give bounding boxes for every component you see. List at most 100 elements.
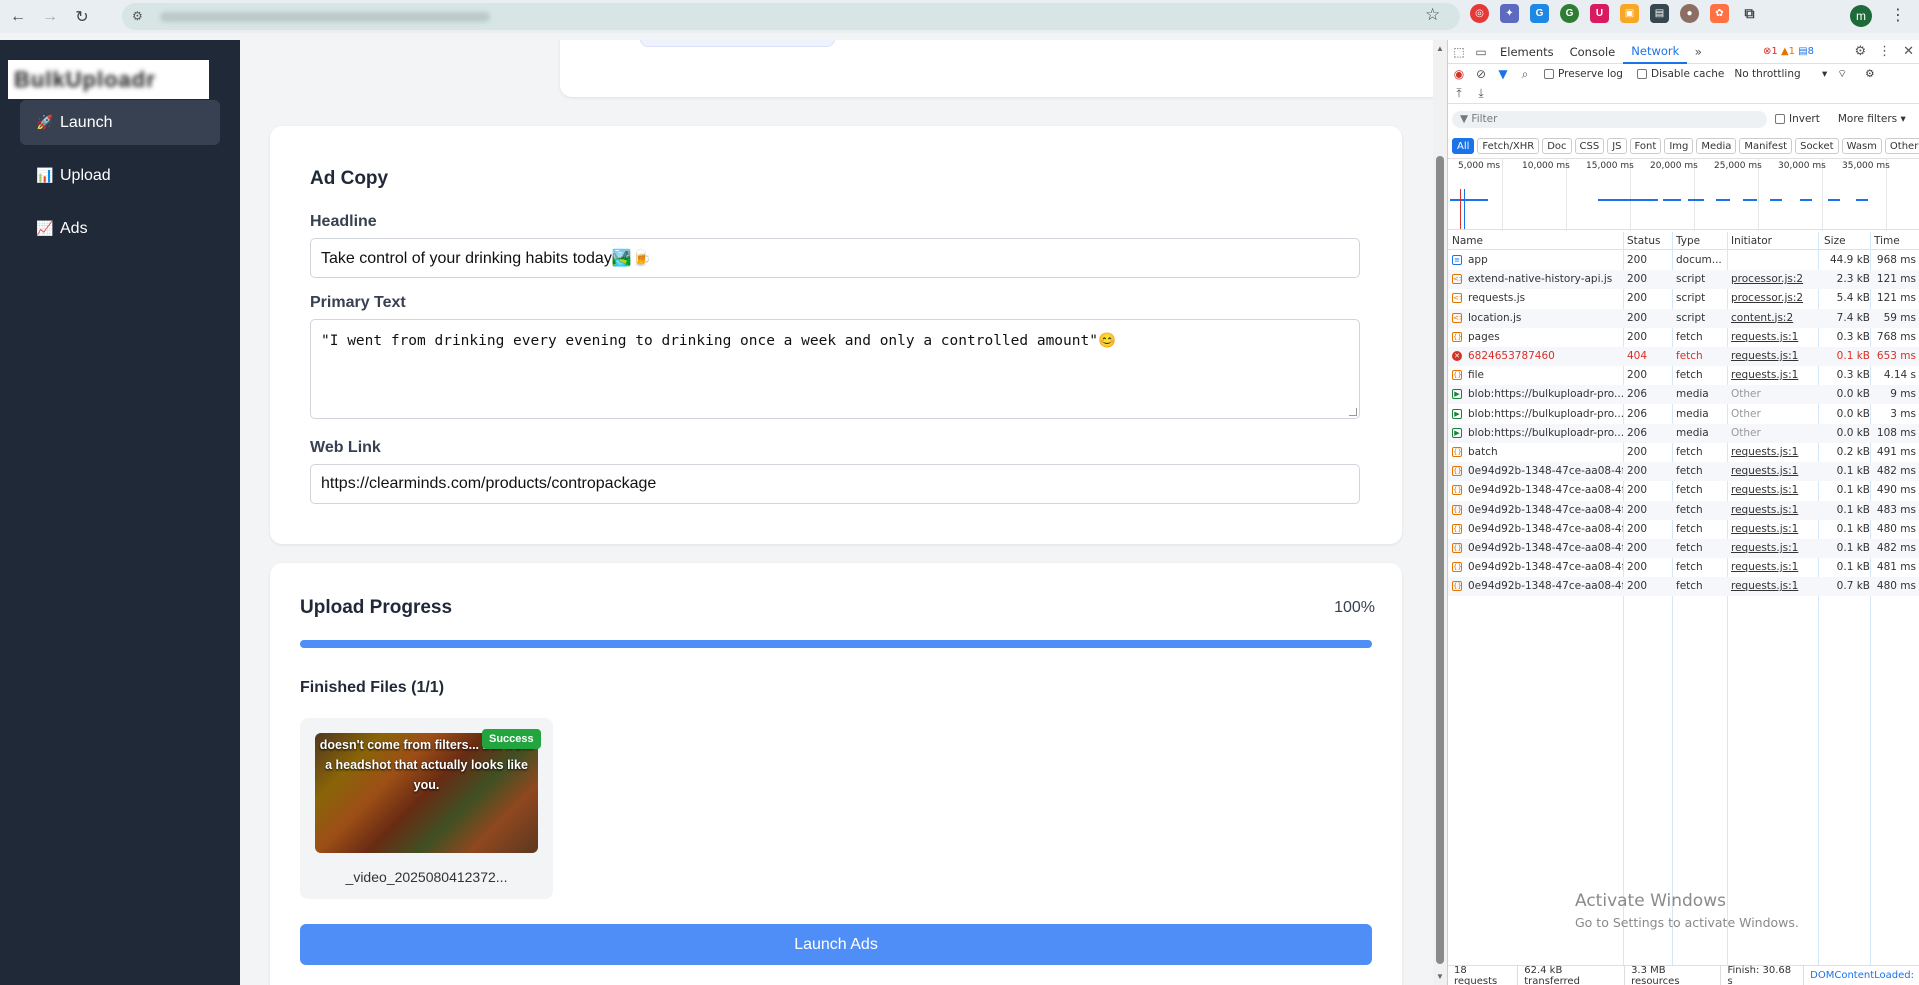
more-tabs-icon[interactable]: »	[1687, 45, 1709, 59]
extension-icon[interactable]: ✿	[1710, 4, 1729, 23]
request-initiator[interactable]: requests.js:1	[1731, 542, 1816, 554]
type-filter-font[interactable]: Font	[1629, 138, 1662, 154]
column-initiator[interactable]: Initiator	[1731, 235, 1772, 247]
address-bar[interactable]: ⚙	[122, 3, 1460, 30]
network-request-row[interactable]: ▶ blob:https://bulkuploadr-pro... 206 media…	[1448, 385, 1919, 405]
tab-console[interactable]: Console	[1562, 40, 1624, 64]
request-initiator[interactable]: requests.js:1	[1731, 331, 1816, 343]
record-icon[interactable]: ◉	[1448, 67, 1470, 81]
network-request-row[interactable]: {} file 200 fetch requests.js:1 0.3 kB 4.14 s	[1448, 366, 1919, 385]
chrome-menu-icon[interactable]: ⋮	[1890, 5, 1906, 25]
file-card[interactable]: doesn't come from filters... but from a …	[300, 718, 553, 899]
settings-gear-icon[interactable]: ⚙	[1854, 44, 1866, 59]
site-info-icon[interactable]: ⚙	[132, 9, 148, 25]
network-request-row[interactable]: ≡ app 200 docum... 44.9 kB 968 ms	[1448, 251, 1919, 270]
extension-icon[interactable]: ▣	[1620, 4, 1639, 23]
network-request-row[interactable]: {} 0e94d92b-1348-47ce-aa08-4f... 200 fetch r…	[1448, 481, 1919, 500]
device-toolbar-icon[interactable]: ▭	[1470, 45, 1492, 59]
back-icon[interactable]: ←	[4, 3, 32, 31]
filter-icon[interactable]: ▼	[1492, 67, 1514, 81]
type-filter-js[interactable]: JS	[1607, 138, 1627, 154]
reload-icon[interactable]: ↻	[68, 3, 96, 31]
type-filter-media[interactable]: Media	[1696, 138, 1737, 154]
import-har-icon[interactable]: ⤒	[1448, 86, 1470, 101]
network-request-row[interactable]: ▶ blob:https://bulkuploadr-pro... 206 media…	[1448, 423, 1919, 443]
tab-network[interactable]: Network	[1623, 40, 1688, 64]
request-initiator[interactable]: requests.js:1	[1731, 446, 1816, 458]
network-request-row[interactable]: {} 0e94d92b-1348-47ce-aa08-4f... 200 fetch r…	[1448, 577, 1919, 597]
column-status[interactable]: Status	[1627, 235, 1660, 247]
extension-icon[interactable]: ◎	[1470, 4, 1489, 23]
network-request-row[interactable]: <> requests.js 200 script processor.js:2 5.4 …	[1448, 289, 1919, 308]
more-filters-dropdown[interactable]: More filters ▾	[1838, 113, 1906, 125]
request-initiator[interactable]: requests.js:1	[1731, 523, 1816, 535]
export-har-icon[interactable]: ⤓	[1470, 86, 1492, 101]
clear-icon[interactable]: ⊘	[1470, 67, 1492, 81]
network-settings-icon[interactable]: ⚙	[1865, 68, 1874, 80]
inspect-element-icon[interactable]: ⬚	[1448, 45, 1470, 59]
extension-icon[interactable]: U	[1590, 4, 1609, 23]
column-name[interactable]: Name	[1452, 235, 1483, 247]
type-filter-manifest[interactable]: Manifest	[1739, 138, 1793, 154]
forward-icon[interactable]: →	[36, 3, 64, 31]
request-initiator[interactable]: requests.js:1	[1731, 369, 1816, 381]
network-request-row[interactable]: {} 0e94d92b-1348-47ce-aa08-4f... 200 fetch r…	[1448, 500, 1919, 520]
network-conditions-icon[interactable]: ⌔	[1837, 67, 1847, 81]
scroll-down-icon[interactable]: ▼	[1436, 972, 1444, 981]
issue-counts[interactable]: ⊗1 ▲1 ▤8	[1763, 46, 1814, 57]
request-initiator[interactable]: processor.js:2	[1731, 273, 1816, 285]
grammarly-icon[interactable]: G	[1560, 4, 1579, 23]
scrollbar-thumb[interactable]	[1436, 156, 1444, 964]
column-size[interactable]: Size	[1824, 235, 1846, 247]
invert-checkbox[interactable]: Invert	[1775, 113, 1820, 125]
network-request-row[interactable]: {} 0e94d92b-1348-47ce-aa08-4f... 200 fetch r…	[1448, 462, 1919, 482]
page-scrollbar[interactable]: ▲ ▼	[1433, 40, 1447, 985]
preserve-log-checkbox[interactable]: Preserve log	[1544, 68, 1623, 80]
request-initiator[interactable]: requests.js:1	[1731, 580, 1816, 592]
type-filter-other[interactable]: Other	[1884, 138, 1919, 154]
web-link-input[interactable]: https://clearminds.com/products/contropa…	[310, 464, 1360, 504]
profile-avatar[interactable]: m	[1850, 5, 1872, 27]
type-filter-wasm[interactable]: Wasm	[1841, 138, 1882, 154]
type-filter-doc[interactable]: Doc	[1542, 138, 1572, 154]
type-filter-css[interactable]: CSS	[1574, 138, 1605, 154]
network-request-row[interactable]: {} pages 200 fetch requests.js:1 0.3 kB 768 ms	[1448, 328, 1919, 347]
type-filter-fetchxhr[interactable]: Fetch/XHR	[1477, 138, 1540, 154]
app-logo[interactable]: BulkUploadr	[8, 60, 209, 99]
launch-ads-button[interactable]: Launch Ads	[300, 924, 1372, 965]
translate-icon[interactable]: G	[1530, 4, 1549, 23]
network-request-row[interactable]: {} 0e94d92b-1348-47ce-aa08-4f... 200 fetch r…	[1448, 539, 1919, 558]
network-request-row[interactable]: <> location.js 200 script content.js:2 7.4 kB…	[1448, 308, 1919, 328]
network-request-row[interactable]: ▶ blob:https://bulkuploadr-pro... 206 media…	[1448, 405, 1919, 424]
request-initiator[interactable]: requests.js:1	[1731, 504, 1816, 516]
type-filter-img[interactable]: Img	[1664, 138, 1694, 154]
close-icon[interactable]: ✕	[1903, 44, 1914, 59]
sidebar-item-launch[interactable]: 🚀 Launch	[20, 100, 220, 145]
network-request-row[interactable]: {} 0e94d92b-1348-47ce-aa08-4f... 200 fetch r…	[1448, 558, 1919, 577]
sidebar-item-ads[interactable]: 📈 Ads	[20, 206, 220, 251]
request-initiator[interactable]: requests.js:1	[1731, 350, 1816, 362]
column-type[interactable]: Type	[1676, 235, 1700, 247]
type-filter-all[interactable]: All	[1452, 138, 1475, 154]
headline-input[interactable]: Take control of your drinking habits tod…	[310, 238, 1360, 278]
type-filter-socket[interactable]: Socket	[1795, 138, 1839, 154]
tab-elements[interactable]: Elements	[1492, 40, 1562, 64]
cookie-icon[interactable]: ●	[1680, 4, 1699, 23]
puzzle-icon[interactable]: ⧉	[1740, 4, 1759, 23]
video-thumbnail[interactable]: doesn't come from filters... but from a …	[315, 733, 538, 853]
extension-icon[interactable]: ▤	[1650, 4, 1669, 23]
scroll-up-icon[interactable]: ▲	[1436, 44, 1444, 53]
search-icon[interactable]: ⌕	[1514, 67, 1536, 82]
disable-cache-checkbox[interactable]: Disable cache	[1636, 68, 1724, 80]
resize-handle[interactable]	[1349, 408, 1357, 416]
bookmark-star-icon[interactable]: ☆	[1425, 5, 1440, 25]
request-initiator[interactable]: requests.js:1	[1731, 561, 1816, 573]
filter-input[interactable]: ▼ Filter	[1452, 110, 1767, 128]
sidebar-item-upload[interactable]: 📊 Upload	[20, 153, 220, 198]
request-initiator[interactable]: content.js:2	[1731, 312, 1816, 324]
network-request-row[interactable]: {} batch 200 fetch requests.js:1 0.2 kB 491 ms	[1448, 443, 1919, 462]
request-initiator[interactable]: requests.js:1	[1731, 484, 1816, 496]
extension-icon[interactable]: ✦	[1500, 4, 1519, 23]
network-request-row[interactable]: ✕ 6824653787460 404 fetch requests.js:1 0.1 k…	[1448, 347, 1919, 366]
throttling-select[interactable]: No throttling ▾	[1734, 68, 1827, 80]
